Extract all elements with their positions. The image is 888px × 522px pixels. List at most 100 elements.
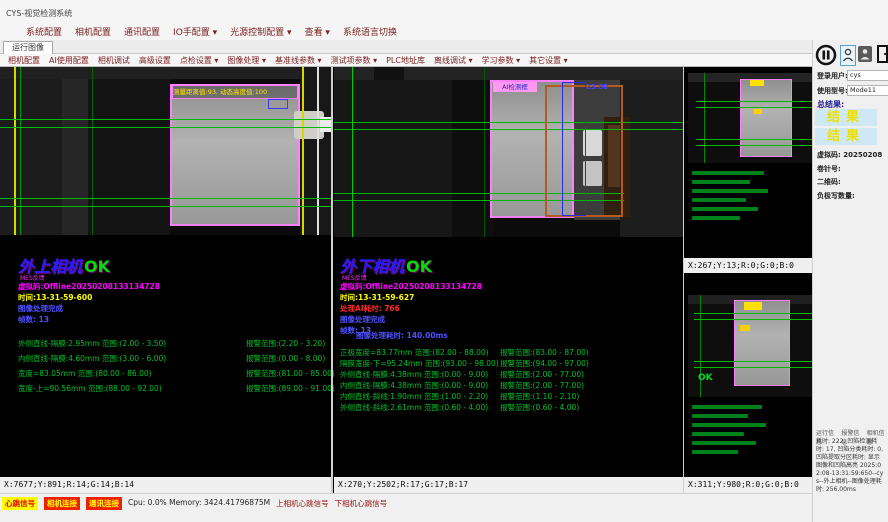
result-info: 虚拟码:Offline20250208133134728 时间:13-31-59… bbox=[18, 281, 160, 325]
overlay-measure-label: 测量距离值:93, 动态高度值:100 bbox=[172, 85, 298, 99]
result-indicator-1: 结果 bbox=[815, 109, 877, 126]
tool-ai-config[interactable]: AI使用配置 bbox=[49, 55, 89, 66]
measurement-row: 内侧直线-隔膜:4.60mm 范围:(3.00 - 6.00)报警范围:(0.0… bbox=[18, 353, 328, 368]
tool-plc-address[interactable]: PLC地址库 bbox=[386, 55, 425, 66]
tool-image-processing[interactable]: 图像处理 ▾ bbox=[227, 55, 266, 66]
tab-run-image[interactable]: 运行图像 bbox=[3, 41, 53, 54]
app-window: CYS-视觉检测系统 系统配置 相机配置 通讯配置 IO手配置 ▾ 光源控制配置… bbox=[0, 0, 888, 522]
yellow-marker bbox=[740, 325, 750, 331]
user-mode-button[interactable] bbox=[840, 45, 856, 66]
pause-button[interactable] bbox=[815, 44, 837, 66]
comm-link-badge: 通讯连接 bbox=[86, 497, 122, 510]
tool-offline-debug[interactable]: 离线调试 ▾ bbox=[434, 55, 473, 66]
qrcode-label: 二维码: bbox=[817, 177, 841, 187]
spindle-label: 卷针号: bbox=[817, 164, 841, 174]
tool-baseline-params[interactable]: 基准线参数 ▾ bbox=[275, 55, 322, 66]
capture-time: 时间:13-31-59-600 bbox=[18, 292, 160, 303]
measurement-row: 宽度=83.05mm 范围:(80.00 - 86.00)报警范围:(81.00… bbox=[18, 368, 328, 383]
measurement-row: 隔膜宽度-下=95.24mm 范围:(93.00 - 98.00)报警范围:(9… bbox=[340, 358, 680, 369]
camera-view-upper-outer[interactable]: 测量距离值:93, 动态高度值:100 外上相机OK MES反馈 虚拟码:Off… bbox=[0, 67, 331, 493]
menu-item-system-config[interactable]: 系统配置 bbox=[26, 25, 62, 38]
left-scene: 测量距离值:93, 动态高度值:100 bbox=[0, 67, 331, 235]
tool-other-settings[interactable]: 其它设置 ▾ bbox=[529, 55, 568, 66]
tool-advanced-settings[interactable]: 高级设置 bbox=[139, 55, 171, 66]
pixel-coords-side-top: X:267;Y:13;R:0;G:0;B:0 bbox=[684, 258, 812, 273]
virtual-barcode: 虚拟码:Offline20250208133134728 bbox=[340, 281, 482, 292]
process-done: 图像处理完成 bbox=[18, 303, 160, 314]
operator-icon bbox=[858, 46, 872, 62]
measurement-list: 正极宽度=83.77mm 范围:(82.00 - 88.00)报警范围:(83.… bbox=[340, 347, 680, 413]
middle-scene: AI检测框 23.80 bbox=[334, 67, 683, 237]
ai-roi-box bbox=[562, 82, 586, 216]
camera-view-side-top[interactable] bbox=[684, 67, 812, 258]
roi-value-box bbox=[268, 99, 288, 109]
measurement-row: 宽度-上=90.56mm 范围:(88.00 - 92.00)报警范围:(89.… bbox=[18, 383, 328, 398]
measurement-row: 外侧直线-隔膜:2.95mm 范围:(2.00 - 3.50)报警范围:(2.2… bbox=[18, 338, 328, 353]
process-done: 图像处理完成 bbox=[340, 314, 482, 325]
window-title: CYS-视觉检测系统 bbox=[6, 8, 72, 19]
camera-link-badge: 相机连接 bbox=[44, 497, 80, 510]
menu-item-language[interactable]: 系统语言切换 bbox=[343, 25, 397, 38]
status-ok: OK bbox=[406, 257, 432, 276]
heartbeat-badge: 心跳信号 bbox=[2, 497, 38, 510]
process-time: 图像处理耗时: 140.00ms bbox=[356, 330, 448, 341]
ai-measure-value: 23.80 bbox=[586, 83, 608, 91]
menu-item-camera-config[interactable]: 相机配置 bbox=[75, 25, 111, 38]
yellow-marker bbox=[744, 302, 762, 310]
tool-camera-config[interactable]: 相机配置 bbox=[8, 55, 40, 66]
menu-item-view[interactable]: 查看 ▾ bbox=[305, 25, 330, 38]
result-indicator-2: 结果 bbox=[815, 128, 877, 145]
barcode-value: 20250208 bbox=[843, 151, 882, 159]
measurement-row: 外侧直线-斜线:2.61mm 范围:(0.60 - 4.00)报警范围:(0.6… bbox=[340, 402, 680, 413]
login-user-value[interactable]: cys bbox=[847, 70, 888, 81]
status-ok: OK bbox=[84, 257, 110, 276]
pixel-coords-middle: X:270;Y:2502;R:17;G:17;B:17 bbox=[334, 477, 683, 493]
measure-line bbox=[0, 198, 331, 199]
measure-line bbox=[334, 122, 683, 123]
panel-divider bbox=[331, 67, 333, 493]
virtual-barcode: 虚拟码:Offline20250208133134728 bbox=[18, 281, 160, 292]
menu-item-comm-config[interactable]: 通讯配置 bbox=[124, 25, 160, 38]
yellow-marker bbox=[754, 109, 762, 114]
measurement-row: 内侧直线-斜线:1.90mm 范围:(1.00 - 2.20)报警范围:(1.1… bbox=[340, 391, 680, 402]
status-ok: OK bbox=[698, 373, 713, 383]
white-edge-line bbox=[317, 67, 319, 235]
operator-button[interactable] bbox=[858, 46, 872, 62]
upper-cam-heartbeat: 上相机心跳信号 bbox=[276, 497, 329, 509]
tool-learning-params[interactable]: 学习参数 ▾ bbox=[482, 55, 521, 66]
window-titlebar: CYS-视觉检测系统 bbox=[0, 0, 888, 23]
measurement-row: 内侧直线-隔膜:4.38mm 范围:(0.00 - 9.00)报警范围:(2.0… bbox=[340, 380, 680, 391]
toolbar: 相机配置 AI使用配置 相机调试 高级设置 点检设置 ▾ 图像处理 ▾ 基准线参… bbox=[0, 54, 812, 67]
measure-line bbox=[0, 119, 331, 120]
login-user-label: 登录用户: bbox=[817, 71, 848, 81]
measurement-list: 外侧直线-隔膜:2.95mm 范围:(2.00 - 3.50)报警范围:(2.2… bbox=[18, 338, 328, 398]
measure-line bbox=[0, 206, 331, 207]
lower-cam-heartbeat: 下相机心跳信号 bbox=[335, 497, 388, 509]
menu-bar: 系统配置 相机配置 通讯配置 IO手配置 ▾ 光源控制配置 ▾ 查看 ▾ 系统语… bbox=[0, 22, 888, 40]
user-icon bbox=[841, 46, 855, 64]
log-text: 耗时: 222, 凹陷检测耗时: 17, 凹陷分类耗时: 0, 凹陷提取分区耗时… bbox=[816, 438, 885, 494]
pixel-coords-side-bottom: X:311;Y:980;R:0;G:0;B:0 bbox=[684, 477, 812, 493]
tool-camera-debug[interactable]: 相机调试 bbox=[98, 55, 130, 66]
measurement-row: 正极宽度=83.77mm 范围:(82.00 - 88.00)报警范围:(83.… bbox=[340, 347, 680, 358]
measure-line bbox=[334, 129, 683, 130]
model-value[interactable]: Mode11 bbox=[847, 85, 888, 96]
side-camera-column: X:267;Y:13;R:0;G:0;B:0 OK X:311;Y:980;R:… bbox=[684, 67, 812, 493]
camera-view-side-bottom[interactable]: OK bbox=[684, 273, 812, 477]
tool-spot-check[interactable]: 点检设置 ▾ bbox=[180, 55, 219, 66]
barcode-label: 虚拟码: 20250208 bbox=[817, 150, 882, 160]
cpu-memory-text: Cpu: 0.0% Memory: 3424.41796875M bbox=[128, 497, 270, 507]
yellow-guide-line bbox=[302, 67, 304, 235]
status-bar: 心跳信号 相机连接 通讯连接 Cpu: 0.0% Memory: 3424.41… bbox=[0, 493, 812, 522]
neg-count-label: 负极写数量: bbox=[817, 191, 855, 201]
measurement-row: 外侧直线-隔膜:4.38mm 范围:(0.00 - 9.00)报警范围:(2.0… bbox=[340, 369, 680, 380]
menu-item-io-config[interactable]: IO手配置 ▾ bbox=[173, 25, 217, 38]
camera-view-lower-outer[interactable]: AI检测框 23.80 外下相机OK MES反馈 虚拟码:Offline2025… bbox=[334, 67, 683, 493]
control-side-panel: 登录用户: cys 使用型号: Mode11 总结果: 结果 结果 虚拟码: 2… bbox=[812, 40, 888, 522]
ai-box-label: AI检测框 bbox=[493, 82, 537, 92]
exit-button[interactable] bbox=[875, 44, 888, 64]
tool-test-params[interactable]: 测试项参数 ▾ bbox=[331, 55, 378, 66]
pixel-coords-left: X:7677;Y:891;R:14;G:14;B:14 bbox=[0, 477, 331, 493]
menu-item-light-config[interactable]: 光源控制配置 ▾ bbox=[230, 25, 291, 38]
yellow-marker bbox=[750, 80, 764, 86]
